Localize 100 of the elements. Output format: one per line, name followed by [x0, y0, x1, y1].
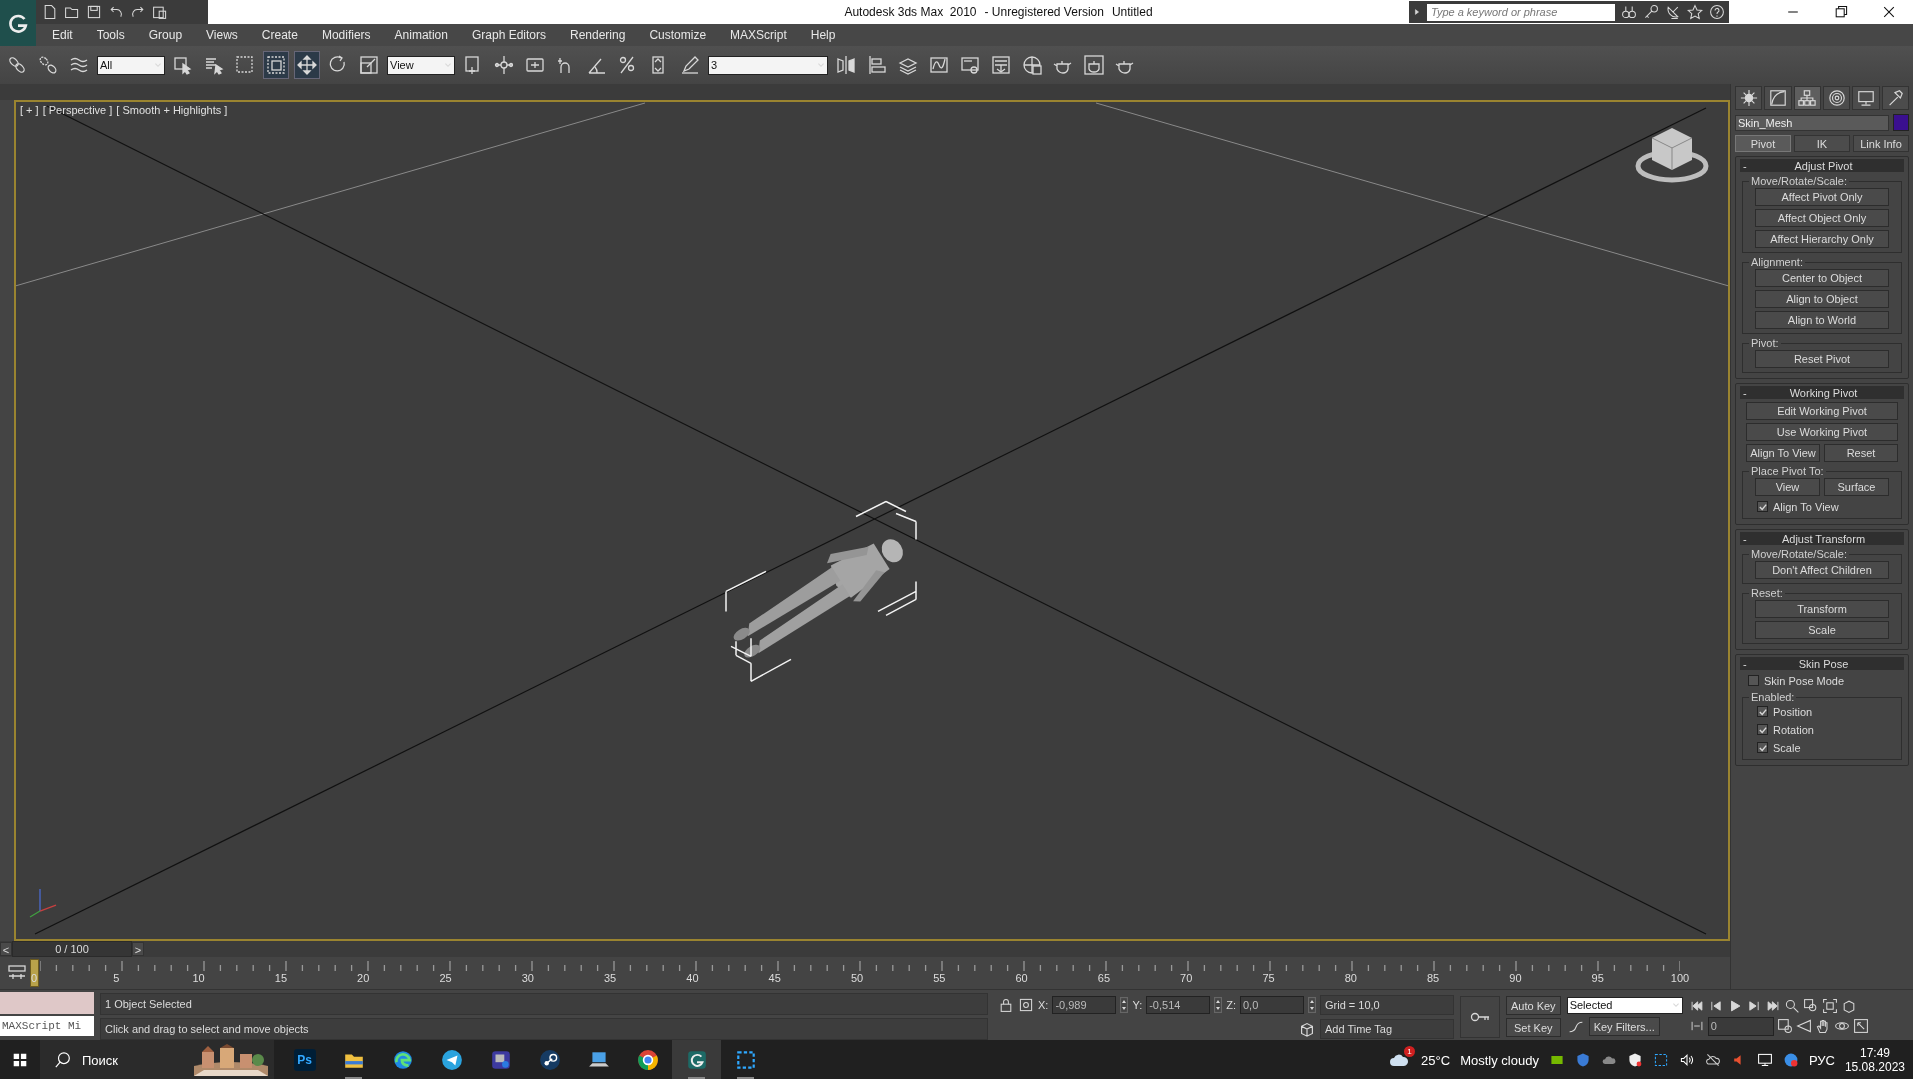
coordinate-label: Z: [1226, 998, 1236, 1011]
panel-button[interactable]: Reset Pivot [1755, 350, 1889, 368]
grid-size: Grid = 10,0 [1320, 994, 1454, 1015]
frame-number: 90 [1509, 972, 1522, 984]
panel-button[interactable]: Align to Object [1755, 290, 1889, 308]
checkbox-label: Rotation [1773, 723, 1814, 736]
rollout-header[interactable]: - Working Pivot [1740, 386, 1904, 399]
key-filters-button[interactable]: Key Filters... [1588, 1017, 1660, 1036]
app-icon: Ps [293, 1049, 316, 1071]
group-label: Pivot: [1750, 337, 1780, 349]
frame-number: 40 [686, 972, 699, 984]
frame-number: 25 [439, 972, 452, 984]
panel-button[interactable]: Affect Hierarchy Only [1755, 230, 1889, 248]
panel-button[interactable]: Transform [1755, 600, 1889, 618]
frame-number: 95 [1591, 972, 1604, 984]
auto-key-button[interactable]: Auto Key [1506, 996, 1561, 1015]
frame-number: 45 [768, 972, 781, 984]
window-title: - Unregistered Version [984, 5, 1104, 19]
checkbox-label: Scale [1773, 741, 1801, 754]
viewport[interactable]: [ + ] [ Perspective ] [ Smooth + Highlights ] [14, 100, 1730, 941]
checkbox-label: Position [1773, 705, 1813, 718]
frame-number: 65 [1097, 972, 1110, 984]
menu-item[interactable]: Animation [382, 28, 460, 42]
frame-number: 55 [933, 972, 946, 984]
panel-button[interactable]: Surface [1824, 478, 1889, 496]
panel-button[interactable]: Align to World [1755, 311, 1889, 329]
menu-item[interactable]: Group [136, 28, 195, 42]
key-mode-dropdown[interactable]: Selected [1566, 996, 1683, 1014]
viewport-label[interactable]: [ + ] [20, 104, 39, 116]
group-label: Move/Rotate/Scale: [1750, 548, 1848, 560]
group-label: Reset: [1750, 587, 1784, 599]
group-label: Enabled: [1750, 691, 1796, 703]
window-title: Autodesk 3ds Max 2010 [844, 5, 977, 19]
set-key-button[interactable]: Set Key [1506, 1018, 1561, 1037]
dropdown-field[interactable]: All [97, 55, 165, 75]
language-indicator[interactable]: РУС [1808, 1052, 1835, 1068]
notification-badge: 1 [1404, 1046, 1416, 1057]
window-title: Untitled [1111, 5, 1153, 19]
checkbox-label: Skin Pose Mode [1764, 674, 1845, 687]
panel-button[interactable]: Affect Object Only [1755, 209, 1889, 227]
search-field[interactable]: Type a keyword or phrase [1427, 3, 1615, 21]
menu-item[interactable]: Graph Editors [459, 28, 558, 42]
checkbox-label: Align To View [1773, 500, 1839, 513]
taskbar-search[interactable]: Поиск [40, 1040, 274, 1079]
weather-text: Mostly cloudy [1460, 1052, 1539, 1068]
coordinate-field[interactable]: -0,514 [1146, 995, 1211, 1014]
menu-item[interactable]: Customize [637, 28, 719, 42]
tab[interactable]: Link Info [1853, 135, 1909, 152]
panel-button[interactable]: Don't Affect Children [1755, 561, 1889, 579]
panel-button[interactable]: Scale [1755, 621, 1889, 639]
menu-item[interactable]: MAXScript [718, 28, 799, 42]
panel-button[interactable]: View [1755, 478, 1820, 496]
listener-field[interactable]: MAXScript Mi [0, 1016, 94, 1036]
frame-number: 20 [357, 972, 370, 984]
frame-field[interactable]: 0 [1707, 1016, 1774, 1036]
dropdown-field[interactable]: View [387, 55, 455, 75]
taskbar-button[interactable]: Ps [280, 1040, 329, 1079]
menu-item[interactable]: Modifiers [309, 28, 383, 42]
frame-number: 10 [192, 972, 205, 984]
object-name-field[interactable]: Skin_Mesh [1735, 114, 1889, 131]
panel-button[interactable]: Edit Working Pivot [1746, 402, 1898, 420]
coordinate-field[interactable]: 0,0 [1240, 995, 1304, 1014]
next-frame-button[interactable]: > [132, 942, 144, 956]
group-label: Place Pivot To: [1750, 465, 1825, 477]
coordinate-label: Y: [1132, 998, 1143, 1011]
menu-item[interactable]: Tools [84, 28, 137, 42]
rollout-header[interactable]: - Skin Pose [1740, 657, 1904, 670]
panel-button[interactable]: Affect Pivot Only [1755, 188, 1889, 206]
menu-item[interactable]: Views [194, 28, 250, 42]
dropdown-field[interactable]: 3 [708, 55, 828, 75]
rollout-header[interactable]: - Adjust Pivot [1740, 159, 1904, 172]
frame-number: 60 [1015, 972, 1028, 984]
frame-number: 30 [521, 972, 534, 984]
time-tag-field[interactable]: Add Time Tag [1320, 1018, 1454, 1039]
panel-button[interactable]: Use Working Pivot [1746, 423, 1898, 441]
frame-number: 100 [1670, 972, 1690, 984]
frame-number: 35 [603, 972, 617, 984]
viewport-label[interactable]: [ Smooth + Highlights ] [116, 104, 228, 116]
menu-item[interactable]: Create [249, 28, 310, 42]
previous-frame-button[interactable]: < [0, 942, 12, 956]
menu-item[interactable]: Rendering [558, 28, 638, 42]
temperature: 25°C [1421, 1052, 1451, 1068]
clock[interactable]: 17:49 15.08.2023 [1844, 1046, 1905, 1074]
frame-number: 70 [1180, 972, 1193, 984]
frame-number: 50 [850, 972, 864, 984]
menu-item[interactable]: Edit [40, 28, 85, 42]
panel-button[interactable]: Align To View [1746, 444, 1820, 462]
menu-item[interactable]: Help [798, 28, 848, 42]
frame-number: 75 [1262, 972, 1275, 984]
rollout-header[interactable]: - Adjust Transform [1740, 532, 1904, 545]
tab[interactable]: Pivot [1735, 135, 1791, 152]
group-label: Move/Rotate/Scale: [1750, 175, 1848, 187]
tab[interactable]: IK [1794, 135, 1850, 152]
coordinate-field[interactable]: -0,989 [1052, 995, 1117, 1014]
panel-button[interactable]: Reset [1824, 444, 1898, 462]
time-slider-thumb[interactable]: 0 / 100 [12, 941, 132, 957]
panel-button[interactable]: Center to Object [1755, 269, 1889, 287]
coordinate-label: X: [1038, 998, 1049, 1011]
viewport-label[interactable]: [ Perspective ] [42, 104, 113, 116]
frame-number: 5 [113, 972, 120, 984]
